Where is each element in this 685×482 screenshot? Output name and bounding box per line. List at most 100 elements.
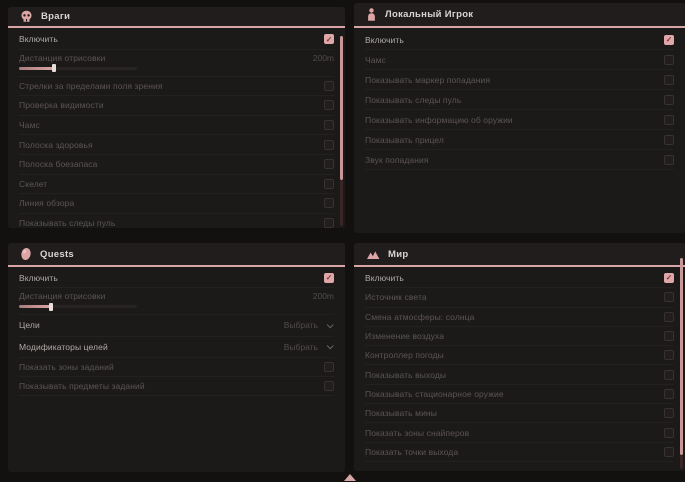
checkbox[interactable] [664,95,674,105]
panel-local-player-header[interactable]: Локальный Игрок [354,3,685,28]
setting-label: Показать точки выхода [365,447,458,457]
setting-row[interactable]: Включить✓ [365,269,674,288]
checkbox[interactable] [324,81,334,91]
setting-row[interactable]: Показать точки выхода [365,443,674,462]
setting-row[interactable]: Источник света [365,288,674,307]
setting-row[interactable]: Показывать прицел [365,130,674,150]
panel-title: Локальный Игрок [385,9,473,20]
setting-label: Дистанция отрисовки [19,291,105,301]
setting-row[interactable]: Включить✓ [19,30,334,50]
scrollbar-thumb[interactable] [680,258,683,455]
setting-row[interactable]: Показать зоны снайперов [365,423,674,442]
panel-quests-header[interactable]: Quests [8,243,345,267]
checkbox[interactable]: ✓ [324,273,334,283]
setting-row[interactable]: Модификаторы целей Выбрать [19,337,334,359]
checkbox[interactable] [324,179,334,189]
scrollbar-track[interactable] [680,455,683,469]
checkbox[interactable] [664,55,674,65]
checkbox[interactable] [324,140,334,150]
check-icon: ✓ [666,274,672,282]
setting-label: Модификаторы целей [19,342,108,352]
checkbox[interactable]: ✓ [324,34,334,44]
checkbox[interactable] [324,381,334,391]
checkbox[interactable] [324,198,334,208]
setting-label: Источник света [365,292,427,302]
setting-row[interactable]: Стрелки за пределами поля зрения [19,77,334,97]
checkbox[interactable] [664,447,674,457]
setting-row[interactable]: Чамс [19,116,334,136]
dropdown-value: Выбрать [284,342,318,352]
setting-row[interactable]: Полоска здоровья [19,135,334,155]
checkbox[interactable] [324,218,334,228]
checkbox[interactable]: ✓ [664,273,674,283]
quest-icon [20,247,32,261]
setting-row[interactable]: Дистанция отрисовки200m [19,50,334,77]
setting-label: Показать зоны снайперов [365,428,469,438]
setting-row[interactable]: Показывать следы пуль [365,90,674,110]
checkbox[interactable] [664,292,674,302]
slider-track[interactable] [19,67,137,70]
setting-row[interactable]: Показывать мины [365,404,674,423]
checkbox[interactable] [664,389,674,399]
player-icon [366,8,377,21]
setting-label: Полоска боезапаса [19,159,97,169]
setting-row[interactable]: Проверка видимости [19,96,334,116]
panel-world-header[interactable]: Мир [354,243,685,267]
setting-label: Полоска здоровья [19,140,93,150]
panel-enemies-header[interactable]: Враги [8,7,345,28]
setting-row[interactable]: Смена атмосферы: солнца [365,308,674,327]
triangle-up-icon[interactable] [344,474,356,481]
setting-row[interactable]: Включить✓ [19,269,334,288]
setting-row[interactable]: Полоска боезапаса [19,155,334,175]
setting-row[interactable]: Включить✓ [365,30,674,50]
checkbox[interactable] [664,370,674,380]
checkbox[interactable] [664,75,674,85]
slider-handle[interactable] [49,303,53,311]
checkbox[interactable] [664,155,674,165]
setting-row[interactable]: Чамс [365,50,674,70]
checkbox[interactable] [664,115,674,125]
panel-title: Враги [41,11,70,22]
setting-row[interactable]: ЦелиВыбрать [19,315,334,337]
checkbox[interactable] [664,428,674,438]
panel-quests: Quests Включить✓Дистанция отрисовки200mЦ… [8,243,345,472]
panel-world: Мир Включить✓ Источник света Смена атмосфе… [354,243,685,471]
setting-row[interactable]: Показывать следы пуль [19,214,334,228]
setting-row[interactable]: Показывать стационарное оружие [365,385,674,404]
setting-row[interactable]: Звук попадания [365,150,674,170]
panel-quests-rows: Включить✓Дистанция отрисовки200mЦелиВыбр… [8,267,345,396]
setting-row[interactable]: Показывать предметы заданий [19,377,334,396]
scrollbar-thumb[interactable] [340,36,343,180]
setting-row[interactable]: Показывать выходы [365,365,674,384]
slider-track[interactable] [19,305,137,308]
dropdown-select[interactable]: Выбрать [284,342,334,352]
checkbox[interactable] [664,408,674,418]
setting-row[interactable]: Показывать информацию об оружии [365,110,674,130]
checkbox[interactable] [664,135,674,145]
setting-label: Скелет [19,179,47,189]
slider-handle[interactable] [52,64,56,72]
checkbox[interactable] [324,159,334,169]
setting-label: Линия обзора [19,198,74,208]
checkbox[interactable] [324,120,334,130]
mountain-icon [366,248,380,260]
setting-row[interactable]: Показать зоны заданий [19,358,334,377]
scrollbar-track[interactable] [340,180,343,226]
checkbox[interactable] [664,350,674,360]
checkbox[interactable] [324,362,334,372]
setting-row[interactable]: Изменение воздуха [365,327,674,346]
dropdown-select[interactable]: Выбрать [284,320,334,330]
setting-row[interactable]: Показывать маркер попадания [365,70,674,90]
setting-label: Чамс [365,55,386,65]
setting-row[interactable]: Линия обзора [19,194,334,214]
check-icon: ✓ [666,36,672,44]
checkbox[interactable]: ✓ [664,35,674,45]
skull-icon [20,10,33,23]
checkbox[interactable] [324,100,334,110]
checkbox[interactable] [664,331,674,341]
setting-row[interactable]: Скелет [19,175,334,195]
chevron-down-icon [327,321,334,328]
setting-row[interactable]: Дистанция отрисовки200m [19,288,334,315]
checkbox[interactable] [664,312,674,322]
setting-row[interactable]: Контроллер погоды [365,346,674,365]
